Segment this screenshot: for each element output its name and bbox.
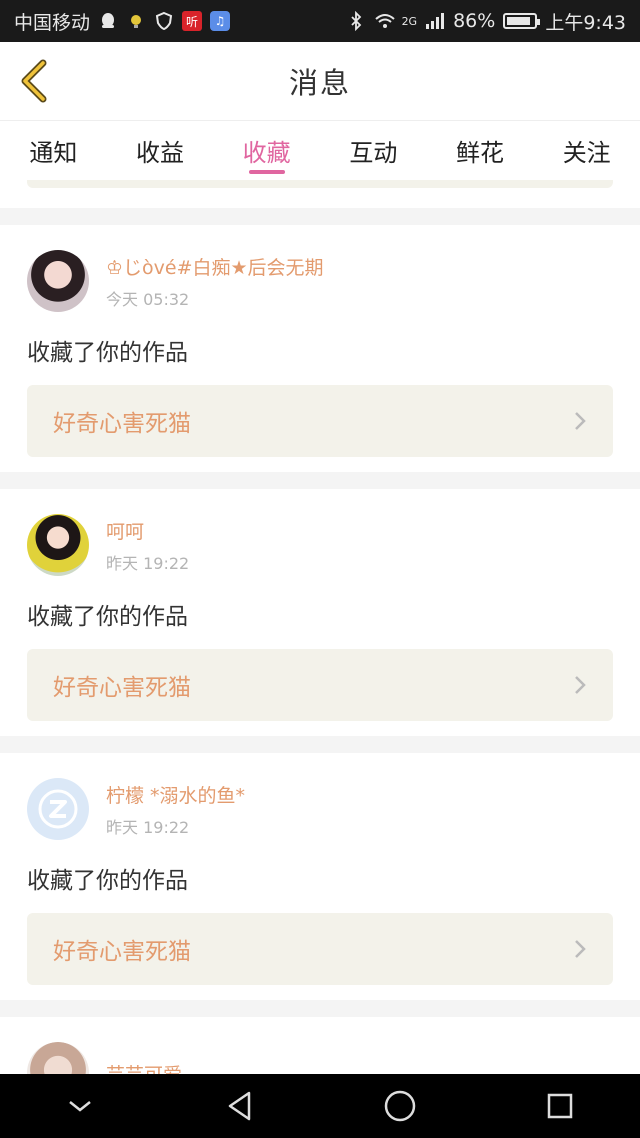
- tab-bar: 通知 收益 收藏 互动 鲜花 关注: [0, 120, 640, 180]
- list-item: 呵呵 昨天 19:22 收藏了你的作品 好奇心害死猫: [0, 489, 640, 736]
- back-nav-button[interactable]: [210, 1076, 270, 1136]
- list-item: 柠檬 *溺水的鱼* 昨天 19:22 收藏了你的作品 好奇心害死猫: [0, 753, 640, 1000]
- avatar[interactable]: [27, 250, 89, 312]
- message-list[interactable]: ♔じòvé#白痴★后会无期 今天 05:32 收藏了你的作品 好奇心害死猫 呵呵…: [0, 180, 640, 1074]
- battery-percent: 86%: [453, 10, 496, 32]
- tab-following[interactable]: 关注: [533, 121, 640, 180]
- system-nav-bar: [0, 1074, 640, 1138]
- work-title: 好奇心害死猫: [53, 675, 191, 701]
- username[interactable]: 呵呵: [106, 517, 189, 544]
- back-button[interactable]: [14, 56, 54, 106]
- signal-icon: [425, 11, 445, 31]
- chevron-down-icon: [69, 1101, 91, 1112]
- bluetooth-icon: [346, 10, 366, 32]
- tab-favorites[interactable]: 收藏: [213, 121, 320, 180]
- hide-nav-button[interactable]: [50, 1076, 110, 1136]
- status-bar: 中国移动 听 ♫ 2G 86% 上午9:43: [0, 0, 640, 42]
- triangle-back-icon: [228, 1091, 251, 1121]
- wifi-icon: [374, 11, 395, 31]
- username[interactable]: 柠檬 *溺水的鱼*: [106, 781, 245, 808]
- action-text: 收藏了你的作品: [27, 604, 188, 630]
- default-avatar-icon: [38, 789, 78, 829]
- avatar[interactable]: [27, 1042, 89, 1074]
- recents-nav-button[interactable]: [530, 1076, 590, 1136]
- chevron-right-icon: [575, 412, 586, 430]
- username[interactable]: 芸芸可爱: [106, 1060, 182, 1075]
- list-item: ♔じòvé#白痴★后会无期 今天 05:32 收藏了你的作品 好奇心害死猫: [0, 225, 640, 472]
- work-title: 好奇心害死猫: [53, 939, 191, 965]
- shield-icon: [154, 11, 174, 31]
- carrier-label: 中国移动: [14, 11, 91, 34]
- tab-flowers[interactable]: 鲜花: [427, 121, 534, 180]
- chevron-right-icon: [575, 676, 586, 694]
- music-app-icon: ♫: [210, 11, 231, 31]
- work-link[interactable]: 好奇心害死猫: [27, 649, 613, 721]
- action-text: 收藏了你的作品: [27, 868, 188, 894]
- home-nav-button[interactable]: [370, 1076, 430, 1136]
- battery-icon: [503, 13, 541, 29]
- chevron-right-icon: [575, 940, 586, 958]
- work-title: 好奇心害死猫: [53, 411, 191, 437]
- tab-earnings[interactable]: 收益: [107, 121, 214, 180]
- username[interactable]: ♔じòvé#白痴★后会无期: [106, 253, 324, 280]
- circle-home-icon: [384, 1090, 416, 1122]
- avatar[interactable]: [27, 778, 89, 840]
- work-link[interactable]: 好奇心害死猫: [27, 385, 613, 457]
- avatar[interactable]: [27, 514, 89, 576]
- back-arrow-icon: [21, 59, 47, 103]
- header: 消息: [0, 42, 640, 120]
- qq-icon: [98, 11, 118, 31]
- timestamp: 昨天 19:22: [106, 817, 190, 837]
- action-text: 收藏了你的作品: [27, 340, 188, 366]
- list-item: 芸芸可爱: [0, 1017, 640, 1074]
- tab-interactions[interactable]: 互动: [320, 121, 427, 180]
- listen-app-icon: 听: [182, 11, 203, 31]
- bulb-icon: [126, 11, 146, 31]
- network-type-label: 2G: [401, 14, 418, 28]
- previous-card-stub: [0, 180, 640, 208]
- work-link[interactable]: 好奇心害死猫: [27, 913, 613, 985]
- tab-notifications[interactable]: 通知: [0, 121, 107, 180]
- timestamp: 昨天 19:22: [106, 553, 190, 573]
- timestamp: 今天 05:32: [106, 289, 190, 309]
- square-recents-icon: [547, 1093, 573, 1119]
- clock: 上午9:43: [545, 11, 626, 34]
- page-title: 消息: [288, 66, 351, 100]
